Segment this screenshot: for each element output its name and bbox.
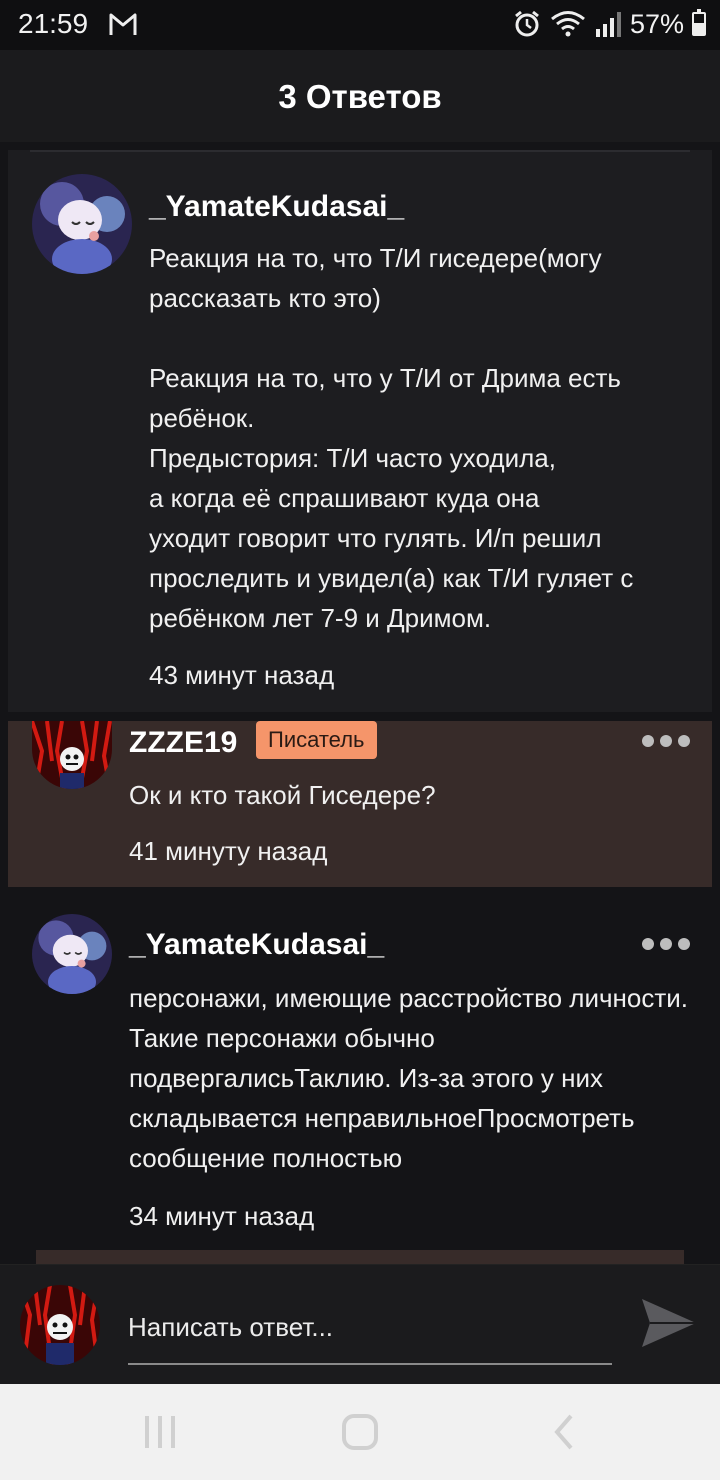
alarm-icon <box>515 10 539 37</box>
status-bar: 21:59 57% <box>0 0 720 50</box>
header: 3 Ответов <box>0 50 720 142</box>
comment-timestamp: 34 минут назад <box>129 1201 315 1231</box>
avatar[interactable] <box>32 174 132 274</box>
avatar[interactable] <box>32 721 112 789</box>
page-title: 3 Ответов <box>278 78 442 115</box>
divider <box>30 150 690 152</box>
signal-icon <box>595 12 621 37</box>
comment-timestamp: 41 минуту назад <box>129 836 328 866</box>
next-comment-edge <box>36 1250 684 1264</box>
gmail-icon <box>109 13 137 35</box>
comment-reply: _YamateKudasai_ персонажи, имеющие расст… <box>8 898 712 1248</box>
comment-reply: ZZZE19 Писатель Ок и кто такой Гиседере?… <box>8 721 712 887</box>
status-icons: 57% <box>512 6 706 42</box>
comment-text[interactable]: персонажи, имеющие расстройство личности… <box>129 978 699 1178</box>
avatar[interactable] <box>32 914 112 994</box>
back-icon[interactable] <box>545 1412 585 1452</box>
avatar <box>20 1285 100 1365</box>
comment-timestamp: 43 минут назад <box>149 660 335 690</box>
reply-bar <box>0 1264 720 1384</box>
battery-icon <box>692 9 706 36</box>
status-time: 21:59 <box>18 8 89 39</box>
comment-username[interactable]: ZZZE19 <box>129 726 237 760</box>
comment-username[interactable]: _YamateKudasai_ <box>129 928 384 962</box>
reply-input[interactable] <box>128 1301 612 1365</box>
recent-apps-icon[interactable] <box>140 1412 180 1452</box>
home-icon[interactable] <box>340 1412 380 1452</box>
more-options-button[interactable] <box>642 735 690 749</box>
send-icon[interactable] <box>640 1297 698 1349</box>
comment-root: _YamateKudasai_ Реакция на то, что Т/И г… <box>8 150 712 712</box>
comment-text: Ок и кто такой Гиседере? <box>129 780 436 810</box>
comment-text: Реакция на то, что Т/И гиседере(могу рас… <box>149 243 634 633</box>
wifi-icon <box>551 11 585 37</box>
battery-percent: 57% <box>629 8 684 39</box>
comment-username[interactable]: _YamateKudasai_ <box>149 190 404 224</box>
system-nav-bar <box>0 1384 720 1480</box>
writer-badge: Писатель <box>256 721 377 759</box>
more-options-button[interactable] <box>642 938 690 952</box>
